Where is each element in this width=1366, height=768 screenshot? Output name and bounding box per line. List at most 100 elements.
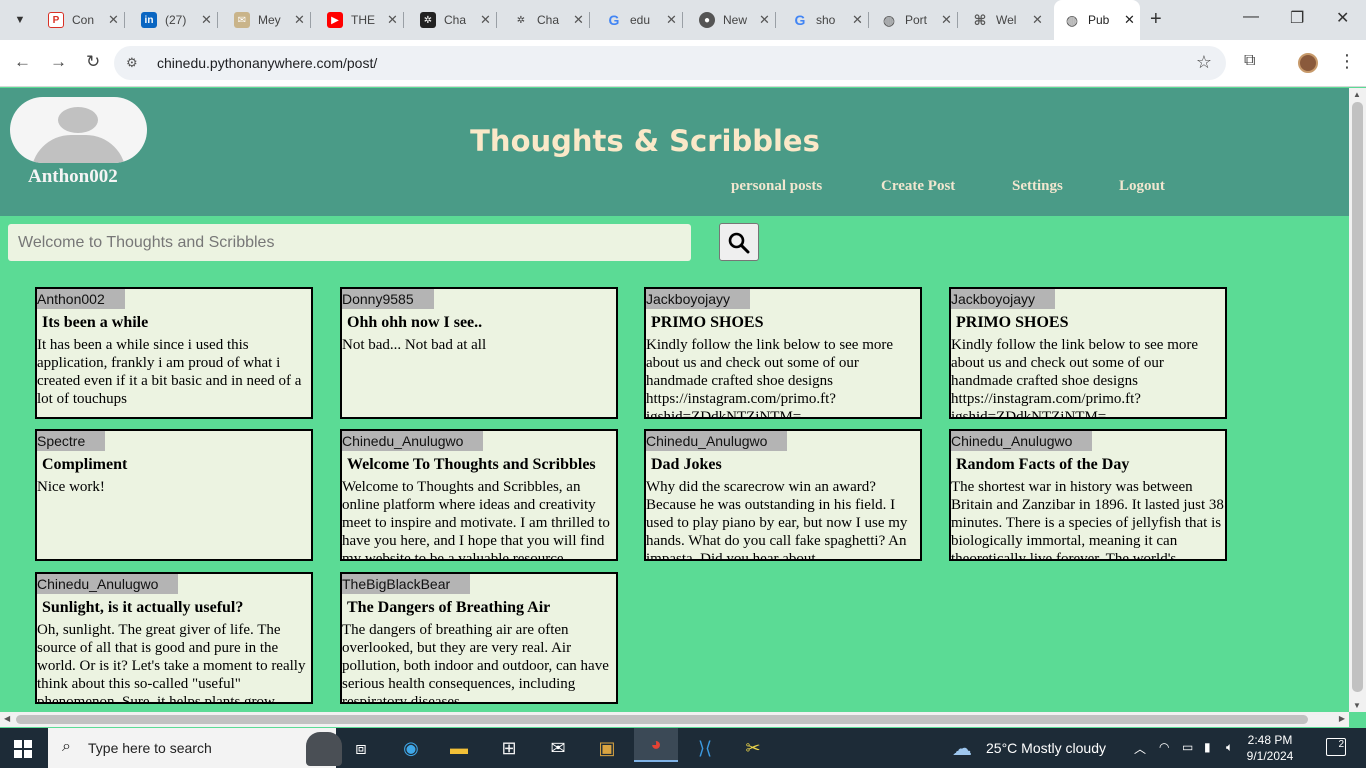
clock-time: 2:48 PM <box>1247 733 1293 747</box>
taskbar-mail[interactable]: ✉ <box>543 734 573 762</box>
nav-personal-posts[interactable]: personal posts <box>731 178 822 195</box>
browser-tab[interactable]: ⌘ Wel ✕ <box>966 7 1043 33</box>
post-card[interactable]: Jackboyojayy PRIMO SHOES Kindly follow t… <box>949 287 1227 419</box>
scrollbar-thumb[interactable] <box>1352 102 1363 692</box>
post-author[interactable]: Anthon002 <box>37 289 125 309</box>
taskbar-archive-app[interactable]: ▣ <box>592 734 622 762</box>
close-icon[interactable]: ✕ <box>852 12 863 28</box>
reload-button[interactable]: ↻ <box>86 52 100 72</box>
browser-tab[interactable]: G edu ✕ <box>600 7 683 33</box>
new-tab-button[interactable]: + <box>1150 8 1162 31</box>
scroll-right-icon[interactable]: ▶ <box>1339 714 1345 723</box>
chevron-up-icon[interactable]: ︿ <box>1134 740 1146 757</box>
wifi-icon[interactable]: ◠ <box>1159 740 1169 754</box>
post-card[interactable]: Chinedu_Anulugwo Random Facts of the Day… <box>949 429 1227 561</box>
meet-now-icon[interactable]: ▭ <box>1182 740 1193 754</box>
browser-menu-icon[interactable]: ⋮ <box>1338 51 1356 72</box>
extensions-icon[interactable]: ⧉ <box>1244 52 1255 70</box>
back-button[interactable]: ← <box>14 52 31 72</box>
post-author[interactable]: Chinedu_Anulugwo <box>342 431 484 451</box>
nav-create-post[interactable]: Create Post <box>881 178 955 195</box>
taskbar-search-box[interactable]: ⌕ Type here to search <box>48 728 342 768</box>
search-input[interactable]: Welcome to Thoughts and Scribbles <box>8 224 691 261</box>
close-icon[interactable]: ✕ <box>573 12 584 28</box>
nav-settings[interactable]: Settings <box>1012 178 1063 195</box>
tab-search-button[interactable]: ▼ <box>8 8 32 32</box>
horizontal-scrollbar[interactable]: ◀ ▶ <box>0 712 1349 727</box>
bookmark-star-icon[interactable]: ☆ <box>1196 52 1212 73</box>
close-window-button[interactable]: ✕ <box>1336 8 1349 28</box>
task-view-button[interactable]: ⧈ <box>346 734 376 762</box>
taskbar-chrome[interactable]: ◕ <box>634 728 678 762</box>
close-icon[interactable]: ✕ <box>759 12 770 28</box>
replit-icon: ⌘ <box>973 11 987 28</box>
minimize-button[interactable]: — <box>1243 8 1259 26</box>
taskbar-store[interactable]: ⊞ <box>494 734 524 762</box>
browser-tab[interactable]: ● New ✕ <box>693 7 776 33</box>
nav-logout[interactable]: Logout <box>1119 178 1165 195</box>
chrome-icon: ● <box>699 12 715 28</box>
browser-tab[interactable]: P Con ✕ <box>42 7 125 33</box>
close-icon[interactable]: ✕ <box>108 12 119 28</box>
close-icon[interactable]: ✕ <box>1032 12 1043 28</box>
scroll-down-icon[interactable]: ▼ <box>1353 701 1361 710</box>
post-card[interactable]: Chinedu_Anulugwo Dad Jokes Why did the s… <box>644 429 922 561</box>
post-author[interactable]: TheBigBlackBear <box>342 574 471 594</box>
post-card[interactable]: Chinedu_Anulugwo Sunlight, is it actuall… <box>35 572 313 704</box>
post-author[interactable]: Jackboyojayy <box>951 289 1056 309</box>
weather-text[interactable]: 25°C Mostly cloudy <box>986 740 1106 756</box>
post-author[interactable]: Donny9585 <box>342 289 434 309</box>
close-icon[interactable]: ✕ <box>1124 12 1135 28</box>
post-card[interactable]: Donny9585 Ohh ohh now I see.. Not bad...… <box>340 287 618 419</box>
url-text[interactable]: chinedu.pythonanywhere.com/post/ <box>157 55 377 71</box>
post-author[interactable]: Spectre <box>37 431 106 451</box>
browser-tab[interactable]: in (27) ✕ <box>135 7 218 33</box>
post-author[interactable]: Chinedu_Anulugwo <box>37 574 179 594</box>
close-icon[interactable]: ✕ <box>666 12 677 28</box>
post-card[interactable]: Anthon002 Its been a while It has been a… <box>35 287 313 419</box>
taskbar-vscode[interactable]: ⟩⟨ <box>690 734 720 762</box>
browser-tab[interactable]: ✲ Cha ✕ <box>414 7 497 33</box>
cloud-icon[interactable]: ☁ <box>952 736 972 761</box>
site-settings-icon[interactable]: ⚙ <box>126 55 138 71</box>
scrollbar-thumb[interactable] <box>16 715 1308 724</box>
restore-button[interactable]: ❐ <box>1290 8 1304 28</box>
close-icon[interactable]: ✕ <box>387 12 398 28</box>
close-icon[interactable]: ✕ <box>201 12 212 28</box>
post-author[interactable]: Jackboyojayy <box>646 289 751 309</box>
browser-tab[interactable]: G sho ✕ <box>786 7 869 33</box>
site-header: Anthon002 Thoughts & Scribbles personal … <box>0 88 1349 216</box>
browser-tab[interactable]: ✲ Cha ✕ <box>507 7 590 33</box>
post-body: Kindly follow the link below to see more… <box>646 337 894 419</box>
scroll-left-icon[interactable]: ◀ <box>4 714 10 723</box>
battery-icon[interactable]: ▮ <box>1204 740 1211 754</box>
windows-taskbar: ⌕ Type here to search ⧈ ◉ ▬ ⊞ ✉ ▣ ◕ ⟩⟨ ✂… <box>0 728 1366 768</box>
profile-avatar[interactable] <box>1298 53 1318 73</box>
volume-icon[interactable]: 🔈︎ <box>1226 740 1233 755</box>
address-bar[interactable]: ⚙ chinedu.pythonanywhere.com/post/ ☆ <box>114 46 1226 80</box>
search-button[interactable] <box>719 223 759 261</box>
taskbar-edge[interactable]: ◉ <box>396 734 426 762</box>
post-card[interactable]: Spectre Compliment Nice work! <box>35 429 313 561</box>
notification-center[interactable]: 2 <box>1326 738 1346 756</box>
taskbar-file-explorer[interactable]: ▬ <box>444 734 474 762</box>
taskbar-snipping-tool[interactable]: ✂ <box>738 734 768 762</box>
vertical-scrollbar[interactable]: ▲ ▼ <box>1349 88 1366 712</box>
scroll-up-icon[interactable]: ▲ <box>1353 90 1361 99</box>
post-card[interactable]: TheBigBlackBear The Dangers of Breathing… <box>340 572 618 704</box>
close-icon[interactable]: ✕ <box>941 12 952 28</box>
clock[interactable]: 2:48 PM 9/1/2024 <box>1242 732 1298 764</box>
post-author[interactable]: Chinedu_Anulugwo <box>646 431 788 451</box>
tab-title: Mey <box>258 13 281 27</box>
post-card[interactable]: Chinedu_Anulugwo Welcome To Thoughts and… <box>340 429 618 561</box>
close-icon[interactable]: ✕ <box>480 12 491 28</box>
browser-tab[interactable]: ▶ THE ✕ <box>321 7 404 33</box>
browser-tab[interactable]: ✉ Mey ✕ <box>228 7 311 33</box>
browser-tab[interactable]: ◍ Port ✕ <box>875 7 958 33</box>
post-card[interactable]: Jackboyojayy PRIMO SHOES Kindly follow t… <box>644 287 922 419</box>
browser-tab-active[interactable]: ◍ Pub ✕ <box>1054 0 1140 40</box>
post-author[interactable]: Chinedu_Anulugwo <box>951 431 1093 451</box>
close-icon[interactable]: ✕ <box>294 12 305 28</box>
windows-start-button[interactable] <box>14 740 32 763</box>
forward-button[interactable]: → <box>50 52 67 72</box>
